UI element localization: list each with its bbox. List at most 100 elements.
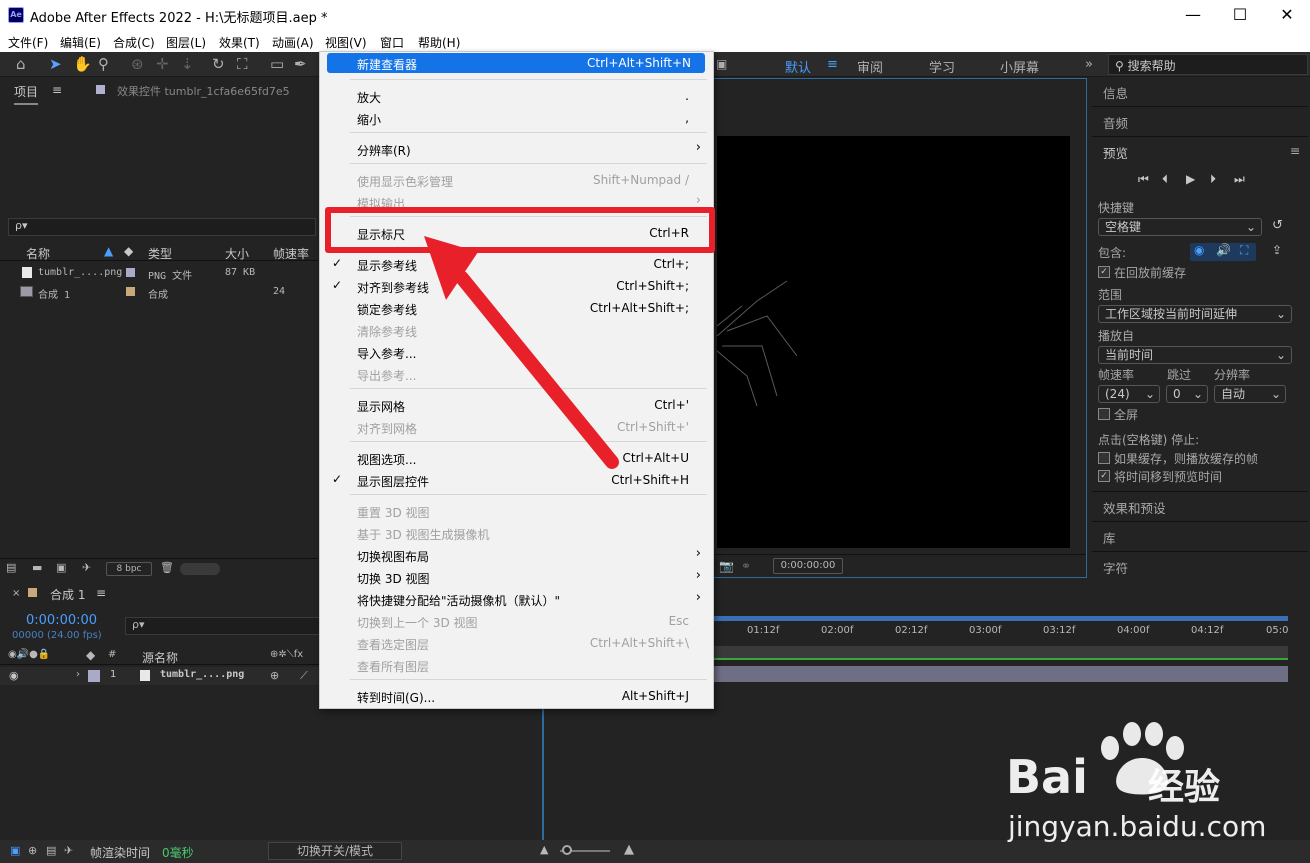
menu-item-import-guides[interactable]: 导入参考... <box>320 341 713 363</box>
workspace-small-screen[interactable]: 小屏幕 <box>1000 57 1039 76</box>
rotate-tool-icon[interactable]: ↻ <box>212 55 225 73</box>
reset-icon[interactable]: ↺ <box>1272 218 1283 233</box>
new-composition-icon[interactable]: ▣ <box>56 561 66 574</box>
camera-snapshot-icon[interactable]: 📷 <box>719 559 734 573</box>
character-tab[interactable]: 字符 <box>1103 558 1128 577</box>
zoom-slider-handle[interactable] <box>562 845 572 855</box>
snap-icon[interactable]: ▣ <box>716 57 727 71</box>
project-search-input[interactable]: ρ▾ <box>8 218 316 236</box>
menu-file[interactable]: 文件(F) <box>8 34 48 51</box>
toggle-switches-modes-button[interactable]: 切换开关/模式 <box>268 842 402 860</box>
minimize-button[interactable]: — <box>1178 5 1208 24</box>
workspace-learn[interactable]: 学习 <box>929 57 955 76</box>
layer-name[interactable]: tumblr_....png <box>160 669 244 680</box>
shortcut-dropdown[interactable]: 空格键 ⌄ <box>1098 218 1262 236</box>
menu-item-show-grid[interactable]: 显示网格 Ctrl+' <box>320 394 713 416</box>
current-time-display[interactable]: 0:00:00:00 <box>26 613 97 628</box>
overlay-icon[interactable]: ⛶ <box>1240 243 1248 258</box>
quality-switch-icon[interactable]: ⟋ <box>300 669 308 683</box>
preview-menu-icon[interactable]: ≡ <box>1290 143 1300 158</box>
layer-switches-icon[interactable]: ⊕ <box>28 844 37 857</box>
play-icon[interactable]: ▶ <box>1186 172 1195 186</box>
tab-project[interactable]: 项目 <box>14 83 39 105</box>
layer-search-input[interactable]: ρ▾ <box>125 617 320 635</box>
export-icon[interactable]: ⇪ <box>1272 243 1282 257</box>
menu-help[interactable]: 帮助(H) <box>418 34 460 51</box>
expand-chevron-icon[interactable]: › <box>76 669 80 680</box>
menu-item-snap-to-guides[interactable]: ✓ 对齐到参考线 Ctrl+Shift+; <box>320 275 713 297</box>
interpret-footage-icon[interactable]: ▤ <box>6 561 16 574</box>
menu-view[interactable]: 视图(V) <box>325 34 367 51</box>
menu-edit[interactable]: 编辑(E) <box>60 34 101 51</box>
menu-item-show-layer-controls[interactable]: ✓ 显示图层控件 Ctrl+Shift+H <box>320 469 713 491</box>
menu-item-assign-shortcut[interactable]: 将快捷键分配给"活动摄像机（默认）" › <box>320 588 713 610</box>
panel-menu-icon[interactable]: ≡ <box>52 83 62 97</box>
previous-frame-icon[interactable]: ⏴ <box>1162 172 1168 187</box>
anchor-tool-icon[interactable]: ⛶ <box>237 55 248 73</box>
selection-tool-icon[interactable]: ➤ <box>49 55 62 73</box>
if-cached-checkbox[interactable] <box>1098 452 1110 464</box>
pen-tool-icon[interactable]: ✒ <box>294 55 307 73</box>
zoom-tool-icon[interactable]: ⚲ <box>98 55 109 73</box>
dolly-camera-icon[interactable]: ⇣ <box>181 55 194 73</box>
viewer-timecode[interactable]: 0:00:00:00 <box>773 558 843 574</box>
audio-panel-tab[interactable]: 音频 <box>1103 113 1128 132</box>
home-icon[interactable]: ⌂ <box>16 55 26 73</box>
last-frame-icon[interactable]: ⏭ <box>1234 172 1245 187</box>
menu-item-resolution[interactable]: 分辨率(R) › <box>320 138 713 160</box>
fullscreen-checkbox[interactable] <box>1098 408 1110 420</box>
transfer-controls-icon[interactable]: ▤ <box>46 844 56 857</box>
zoom-out-icon[interactable]: ▲ <box>540 843 548 856</box>
hand-tool-icon[interactable]: ✋ <box>73 55 92 73</box>
play-from-dropdown[interactable]: 当前时间 ⌄ <box>1098 346 1292 364</box>
column-size[interactable]: 大小 <box>225 245 249 262</box>
menu-composition[interactable]: 合成(C) <box>113 34 155 51</box>
menu-window[interactable]: 窗口 <box>380 34 404 51</box>
next-frame-icon[interactable]: ⏵ <box>1210 172 1216 187</box>
menu-item-new-viewer[interactable]: 新建查看器 Ctrl+Alt+Shift+N <box>327 53 705 73</box>
library-tab[interactable]: 库 <box>1103 528 1116 547</box>
shy-switch-icon[interactable]: ⊕ <box>270 669 279 682</box>
table-row[interactable]: tumblr_....png PNG 文件 87 KB <box>0 264 318 282</box>
column-type[interactable]: 类型 <box>148 245 172 262</box>
table-row[interactable]: ◉ › 1 tumblr_....png ⊕ ⟋ <box>0 667 320 685</box>
graph-editor-icon[interactable]: ✈ <box>64 844 73 857</box>
column-name[interactable]: 名称 <box>26 245 50 262</box>
pan-camera-icon[interactable]: ✛ <box>156 55 169 73</box>
menu-animation[interactable]: 动画(A) <box>272 34 314 51</box>
trash-icon[interactable]: 🗑 <box>160 561 174 574</box>
menu-item-switch-view-layout[interactable]: 切换视图布局 › <box>320 544 713 566</box>
composition-canvas[interactable] <box>716 136 1070 548</box>
maximize-button[interactable]: ☐ <box>1225 5 1255 24</box>
workspace-default[interactable]: 默认 <box>785 57 811 76</box>
workspace-menu-icon[interactable]: ≡ <box>827 57 838 72</box>
help-search-input[interactable]: ⚲ 搜索帮助 <box>1108 54 1308 75</box>
timeline-menu-icon[interactable]: ≡ <box>96 586 106 600</box>
visibility-eye-icon[interactable]: ◉ <box>9 669 19 682</box>
thumbnail-slider[interactable] <box>180 563 220 575</box>
adjust-project-icon[interactable]: ✈ <box>82 561 91 574</box>
menu-item-lock-guides[interactable]: 锁定参考线 Ctrl+Alt+Shift+; <box>320 297 713 319</box>
menu-item-show-guides[interactable]: ✓ 显示参考线 Ctrl+; <box>320 253 713 275</box>
range-dropdown[interactable]: 工作区域按当前时间延伸 ⌄ <box>1098 305 1292 323</box>
audio-speaker-icon[interactable]: 🔊 <box>1216 243 1231 257</box>
resolution-dropdown[interactable]: 自动 ⌄ <box>1214 385 1286 403</box>
menu-item-view-options[interactable]: 视图选项... Ctrl+Alt+U <box>320 447 713 469</box>
fps-dropdown[interactable]: (24) ⌄ <box>1098 385 1160 403</box>
orbit-camera-icon[interactable]: ⊛ <box>131 55 144 73</box>
first-frame-icon[interactable]: ⏮ <box>1138 172 1149 187</box>
close-button[interactable]: ✕ <box>1272 5 1302 24</box>
workspace-review[interactable]: 审阅 <box>857 57 883 76</box>
info-panel-tab[interactable]: 信息 <box>1103 83 1128 102</box>
tab-effect-controls[interactable]: 效果控件 tumblr_1cfa6e65fd7e5 <box>117 83 290 99</box>
menu-layer[interactable]: 图层(L) <box>166 34 206 51</box>
menu-item-zoom-in[interactable]: 放大. <box>320 85 713 107</box>
skip-dropdown[interactable]: 0 ⌄ <box>1166 385 1208 403</box>
zoom-in-icon[interactable]: ▲ <box>624 842 634 857</box>
effects-presets-tab[interactable]: 效果和预设 <box>1103 498 1166 517</box>
timeline-tab[interactable]: 合成 1 <box>50 586 85 603</box>
new-folder-icon[interactable]: ▬ <box>32 561 42 574</box>
move-time-checkbox[interactable]: ✓ <box>1098 470 1110 482</box>
bit-depth-button[interactable]: 8 bpc <box>106 562 152 576</box>
close-tab-icon[interactable]: × <box>12 588 20 599</box>
